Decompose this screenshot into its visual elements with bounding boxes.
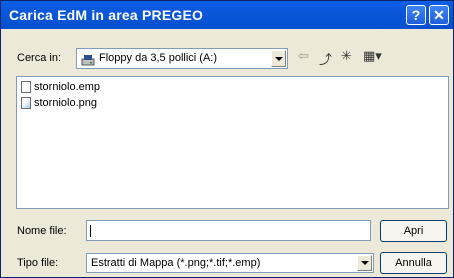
up-folder-icon[interactable]: ⤴	[319, 49, 332, 68]
look-in-value: Floppy da 3,5 pollici (A:)	[99, 52, 217, 64]
file-list[interactable]: storniolo.emp storniolo.png	[16, 76, 449, 209]
view-menu-icon[interactable]: ▦▾	[363, 49, 382, 64]
filetype-value: Estratti di Mappa (*.png;*.tif;*.emp)	[91, 257, 261, 269]
filetype-dropdown-arrow[interactable]	[357, 255, 372, 271]
list-item[interactable]: storniolo.png	[21, 96, 97, 110]
cancel-button[interactable]: Annulla	[380, 252, 447, 274]
close-icon: ✕	[433, 6, 445, 23]
back-icon[interactable]: ⇦	[298, 49, 309, 64]
list-item[interactable]: storniolo.emp	[21, 80, 100, 94]
floppy-drive-icon	[81, 52, 95, 66]
file-icon	[21, 81, 31, 93]
filetype-label: Tipo file:	[17, 257, 59, 269]
look-in-label: Cerca in:	[17, 52, 62, 64]
look-in-dropdown-arrow[interactable]	[271, 50, 286, 67]
new-folder-icon[interactable]: ✳	[341, 49, 352, 64]
filetype-dropdown[interactable]: Estratti di Mappa (*.png;*.tif;*.emp)	[86, 253, 374, 273]
open-button[interactable]: Apri	[380, 220, 447, 242]
text-caret	[90, 225, 91, 237]
help-button[interactable]: ?	[406, 5, 426, 25]
filename-input[interactable]	[86, 220, 371, 241]
open-file-dialog: Carica EdM in area PREGEO ? ✕ Cerca in: …	[0, 0, 454, 278]
chevron-down-icon	[274, 56, 283, 61]
close-button[interactable]: ✕	[429, 5, 449, 25]
cancel-button-label: Annulla	[395, 257, 432, 269]
dialog-title: Carica EdM in area PREGEO	[9, 7, 204, 23]
look-in-dropdown[interactable]: Floppy da 3,5 pollici (A:)	[76, 48, 288, 69]
image-file-icon	[21, 97, 31, 109]
help-icon: ?	[411, 7, 421, 23]
file-name: storniolo.emp	[34, 81, 101, 93]
filename-label: Nome file:	[17, 225, 67, 237]
file-name: storniolo.png	[34, 97, 97, 109]
chevron-down-icon	[360, 261, 369, 265]
open-button-label: Apri	[403, 225, 424, 237]
title-bar: Carica EdM in area PREGEO ? ✕	[1, 1, 453, 29]
